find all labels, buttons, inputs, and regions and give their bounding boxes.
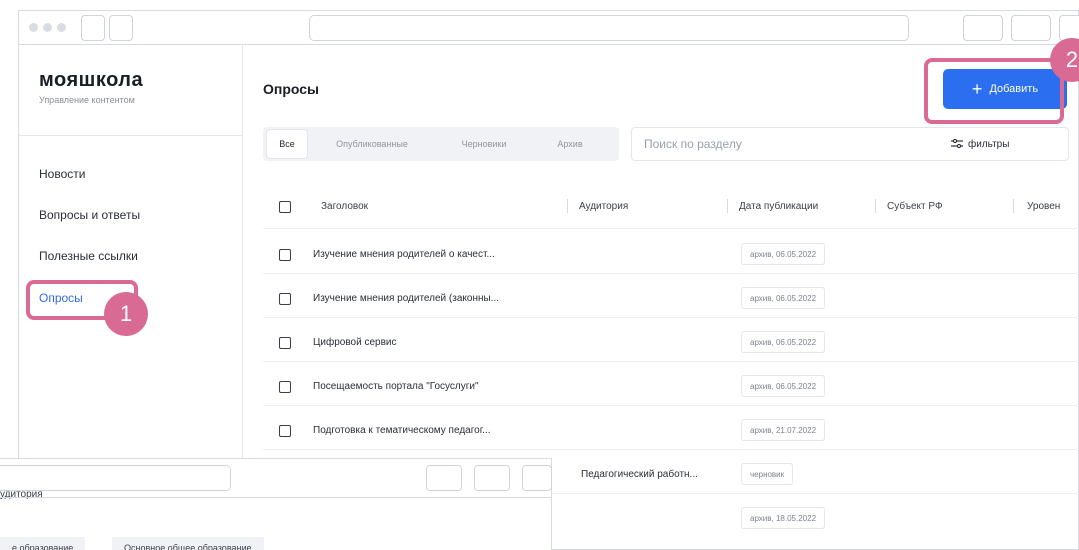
tab-archive[interactable]: Архив [535, 130, 605, 158]
window-minimize-dot[interactable] [43, 23, 52, 32]
column-header-audience[interactable]: Аудитория [579, 201, 628, 212]
table-row-audience[interactable]: Педагогический работн... [581, 469, 698, 480]
table-row-title[interactable]: Подготовка к тематическому педагог... [313, 425, 490, 436]
tab-published[interactable]: Опубликованные [313, 130, 431, 158]
browser-action-button[interactable] [522, 465, 552, 491]
sidebar-item-news[interactable]: Новости [39, 167, 85, 181]
browser-address-bar[interactable] [0, 465, 231, 491]
table-row-title[interactable]: Цифровой сервис [313, 337, 396, 348]
browser-action-button[interactable] [963, 15, 1003, 41]
table-row-divider [263, 273, 1079, 274]
status-badge: архив, 06.05.2022 [741, 375, 826, 397]
step-badge-1: 1 [104, 292, 148, 336]
row-checkbox[interactable] [279, 249, 291, 261]
status-tabs: Все Опубликованные Черновики Архив [263, 127, 619, 161]
column-header-date[interactable]: Дата публикации [739, 201, 818, 212]
column-header-region[interactable]: Субъект РФ [887, 201, 943, 212]
sidebar-divider [19, 135, 243, 136]
table-row-divider [263, 449, 1079, 450]
table-row-divider [263, 405, 1079, 406]
table-row-divider [263, 361, 1079, 362]
browser-address-bar[interactable] [309, 15, 909, 41]
status-badge: архив, 06.05.2022 [741, 331, 826, 353]
overlay-divider [0, 497, 552, 498]
status-badge: архив, 21.07.2022 [741, 419, 826, 441]
browser-forward-button[interactable] [109, 15, 133, 41]
logo-subtitle: Управление контентом [39, 95, 135, 105]
browser-action-button[interactable] [474, 465, 510, 491]
education-chip[interactable]: е образование [0, 537, 86, 550]
browser-action-button[interactable] [426, 465, 462, 491]
row-checkbox[interactable] [279, 425, 291, 437]
table-row-divider [263, 228, 1079, 229]
add-button-highlight [924, 58, 1064, 124]
filters-button[interactable]: фильтры [951, 135, 1009, 153]
status-badge: архив, 18.05.2022 [741, 507, 826, 529]
tab-all[interactable]: Все [267, 130, 307, 158]
browser-action-button[interactable] [1011, 15, 1051, 41]
browser-toolbar [18, 10, 1079, 44]
tab-drafts[interactable]: Черновики [439, 130, 529, 158]
table-row-title[interactable]: Посещаемость портала "Госуслуги" [313, 381, 479, 392]
column-divider [567, 199, 568, 213]
filter-icon [951, 139, 963, 149]
overlay-cut-label: удитория [0, 489, 43, 500]
logo: мояшкола [39, 69, 144, 91]
select-all-checkbox[interactable] [279, 201, 291, 213]
sidebar-item-faq[interactable]: Вопросы и ответы [39, 208, 140, 222]
column-divider [1013, 199, 1014, 213]
column-header-title[interactable]: Заголовок [321, 201, 368, 212]
table-row-divider [263, 317, 1079, 318]
column-divider [727, 199, 728, 213]
row-checkbox[interactable] [279, 381, 291, 393]
column-divider [875, 199, 876, 213]
window-maximize-dot[interactable] [57, 23, 66, 32]
row-checkbox[interactable] [279, 293, 291, 305]
window-close-dot[interactable] [29, 23, 38, 32]
filters-label: фильтры [968, 138, 1010, 150]
browser-back-button[interactable] [81, 15, 105, 41]
page-title: Опросы [263, 81, 320, 97]
education-chip[interactable]: Основное общее образование [112, 537, 264, 550]
table-row-title[interactable]: Изучение мнения родителей о качест... [313, 249, 495, 260]
status-badge: архив, 06.05.2022 [741, 287, 826, 309]
column-header-level[interactable]: Уровен [1027, 201, 1060, 212]
sidebar-item-links[interactable]: Полезные ссылки [39, 249, 138, 263]
status-badge: черновик [741, 463, 794, 485]
row-checkbox[interactable] [279, 337, 291, 349]
status-badge: архив, 06.05.2022 [741, 243, 826, 265]
overlay-window: удитория е образование Основное общее об… [0, 458, 552, 550]
table-row-title[interactable]: Изучение мнения родителей (законны... [313, 293, 499, 304]
